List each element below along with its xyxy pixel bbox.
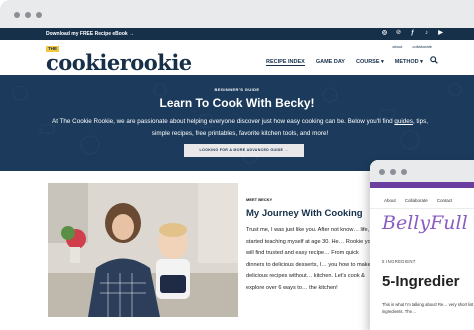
instagram-icon[interactable]: ◎ xyxy=(381,30,388,37)
main-nav: RECIPE INDEX GAME DAY COURSE ▾ METHOD ▾ xyxy=(266,59,423,66)
ebook-link[interactable]: Download my FREE Recipe eBook → xyxy=(46,31,134,37)
facebook-icon[interactable]: ƒ xyxy=(409,30,416,37)
bellyfull-nav: About Collaborate Contact xyxy=(384,198,452,203)
nav-method[interactable]: METHOD ▾ xyxy=(395,59,423,66)
nav-course[interactable]: COURSE ▾ xyxy=(356,59,384,66)
about-title: My Journey With Cooking xyxy=(246,208,363,219)
browser-chrome-2 xyxy=(370,160,474,182)
close-dot-icon[interactable] xyxy=(379,169,385,175)
hero-eyebrow: BEGINNER'S GUIDE xyxy=(214,87,260,92)
bellyfull-contact-link[interactable]: Contact xyxy=(437,198,453,203)
social-icons: ◎ ℗ ƒ ♪ ▶ xyxy=(381,30,444,37)
kitchen-photo-illustration xyxy=(48,183,238,317)
divider xyxy=(370,208,474,209)
hero-description: At The Cookie Rookie, we are passionate … xyxy=(50,116,430,140)
browser-chrome xyxy=(0,0,474,28)
about-eyebrow: MEET BECKY xyxy=(246,197,273,202)
advanced-guide-button[interactable]: LOOKING FOR A MORE ADVANCED GUIDE → xyxy=(184,144,304,157)
nav-game-day[interactable]: GAME DAY xyxy=(316,59,345,66)
search-icon[interactable] xyxy=(430,56,438,64)
youtube-icon[interactable]: ▶ xyxy=(437,30,444,37)
utility-links: about collaborate xyxy=(392,44,432,49)
hero-title: Learn To Cook With Becky! xyxy=(159,96,315,110)
category-label: 5 INGREDIENT xyxy=(382,259,416,264)
minimize-dot-icon[interactable] xyxy=(25,12,31,18)
site-header: THE cookierookie about collaborate RECIP… xyxy=(0,40,474,75)
maximize-dot-icon[interactable] xyxy=(36,12,42,18)
brand-bar xyxy=(370,182,474,188)
maximize-dot-icon[interactable] xyxy=(401,169,407,175)
bellyfull-collaborate-link[interactable]: Collaborate xyxy=(405,198,428,203)
window-controls-2 xyxy=(379,169,407,175)
collaborate-link[interactable]: collaborate xyxy=(412,44,432,49)
bellyfull-browser-window: About Collaborate Contact BellyFull 5 IN… xyxy=(370,160,474,330)
bellyfull-logo[interactable]: BellyFull xyxy=(382,212,468,234)
window-controls xyxy=(14,12,42,18)
article-intro: This is what I'm talking about! Re… very… xyxy=(382,302,474,314)
minimize-dot-icon[interactable] xyxy=(390,169,396,175)
hero-banner: BEGINNER'S GUIDE Learn To Cook With Beck… xyxy=(0,75,474,171)
about-link[interactable]: about xyxy=(392,44,402,49)
nav-recipe-index[interactable]: RECIPE INDEX xyxy=(266,59,305,66)
bellyfull-about-link[interactable]: About xyxy=(384,198,396,203)
tiktok-icon[interactable]: ♪ xyxy=(423,30,430,37)
close-dot-icon[interactable] xyxy=(14,12,20,18)
pinterest-icon[interactable]: ℗ xyxy=(395,30,402,37)
promo-bar: Download my FREE Recipe eBook → ◎ ℗ ƒ ♪ … xyxy=(0,28,474,40)
hero-text-start: At The Cookie Rookie, we are passionate … xyxy=(52,118,395,125)
article-title: 5-Ingredier xyxy=(382,273,460,290)
about-bio: Trust me, I was just like you. After not… xyxy=(246,227,374,291)
guides-link[interactable]: guides xyxy=(394,118,413,125)
becky-photo xyxy=(48,183,238,317)
logo-wordmark: cookierookie xyxy=(46,50,192,75)
